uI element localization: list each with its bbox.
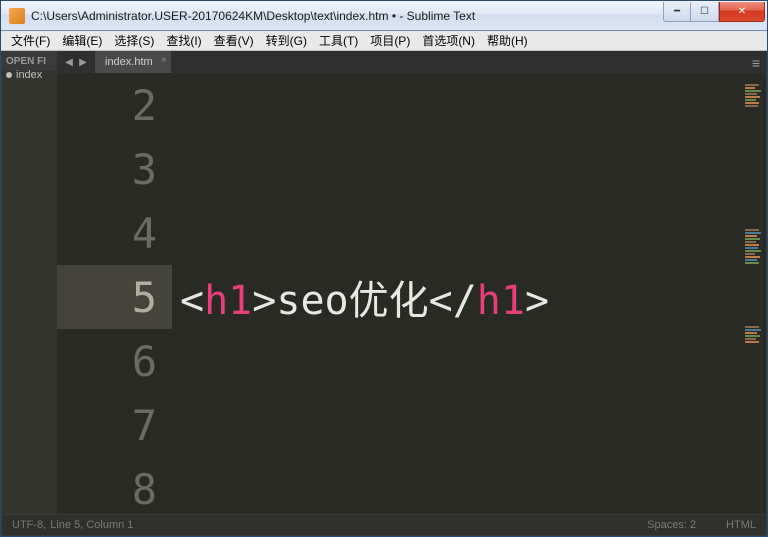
tab-menu-icon[interactable]: ≡ <box>752 55 760 71</box>
app-icon <box>9 8 25 24</box>
menu-help[interactable]: 帮助(H) <box>481 30 534 51</box>
status-position[interactable]: Line 5, Column 1 <box>50 519 133 531</box>
window-title: C:\Users\Administrator.USER-20170624KM\D… <box>31 9 663 23</box>
status-encoding[interactable]: UTF-8, <box>12 519 46 531</box>
nav-forward-icon[interactable]: ▶ <box>77 57 89 68</box>
maximize-button[interactable]: ☐ <box>691 2 719 22</box>
sidebar <box>2 51 57 514</box>
minimize-button[interactable]: ━ <box>663 2 691 22</box>
menu-view[interactable]: 查看(V) <box>208 30 260 51</box>
line-number: 4 <box>132 209 157 258</box>
menu-goto[interactable]: 转到(G) <box>260 30 313 51</box>
editor-line: 8 <box>57 457 743 514</box>
window-titlebar: C:\Users\Administrator.USER-20170624KM\D… <box>1 1 767 31</box>
menu-file[interactable]: 文件(F) <box>5 30 56 51</box>
editor-area[interactable]: 2 3 4 5 <h1>seo优化</h1> 6 7 8 <box>57 73 743 514</box>
tab-nav-arrows: ◀ ▶ <box>63 57 89 68</box>
status-bar: UTF-8, Line 5, Column 1 Spaces: 2 HTML <box>2 515 766 535</box>
open-file-label: index <box>16 69 42 81</box>
editor-line: 4 <box>57 201 743 265</box>
line-number: 6 <box>132 337 157 386</box>
line-number: 5 <box>132 273 157 322</box>
minimap[interactable] <box>743 73 766 514</box>
editor-line-current: 5 <h1>seo优化</h1> <box>57 265 743 329</box>
status-spaces[interactable]: Spaces: 2 <box>647 519 696 531</box>
menu-bar: 文件(F) 编辑(E) 选择(S) 查找(I) 查看(V) 转到(G) 工具(T… <box>1 31 767 51</box>
window-controls: ━ ☐ ✕ <box>663 2 765 22</box>
tab-index-htm[interactable]: index.htm × <box>95 51 171 73</box>
line-number: 2 <box>132 81 157 130</box>
close-button[interactable]: ✕ <box>719 2 765 22</box>
open-file-entry[interactable]: index <box>2 69 57 81</box>
menu-tools[interactable]: 工具(T) <box>313 30 364 51</box>
tab-strip: ◀ ▶ index.htm × ≡ <box>57 51 766 73</box>
line-number: 3 <box>132 145 157 194</box>
menu-find[interactable]: 查找(I) <box>160 30 207 51</box>
menu-select[interactable]: 选择(S) <box>108 30 160 51</box>
code-content[interactable]: <h1>seo优化</h1> <box>172 268 549 326</box>
editor-line: 6 <box>57 329 743 393</box>
modified-dot-icon <box>6 72 12 78</box>
open-files-header: OPEN FI <box>2 51 57 71</box>
editor-line: 7 <box>57 393 743 457</box>
tab-label: index.htm <box>105 56 153 68</box>
menu-prefs[interactable]: 首选项(N) <box>416 30 481 51</box>
tab-close-icon[interactable]: × <box>161 55 167 66</box>
status-syntax[interactable]: HTML <box>726 519 756 531</box>
line-number: 7 <box>132 401 157 450</box>
editor-line: 3 <box>57 137 743 201</box>
menu-project[interactable]: 项目(P) <box>364 30 416 51</box>
editor-line: 2 <box>57 73 743 137</box>
line-number: 8 <box>132 465 157 514</box>
menu-edit[interactable]: 编辑(E) <box>56 30 108 51</box>
nav-back-icon[interactable]: ◀ <box>63 57 75 68</box>
